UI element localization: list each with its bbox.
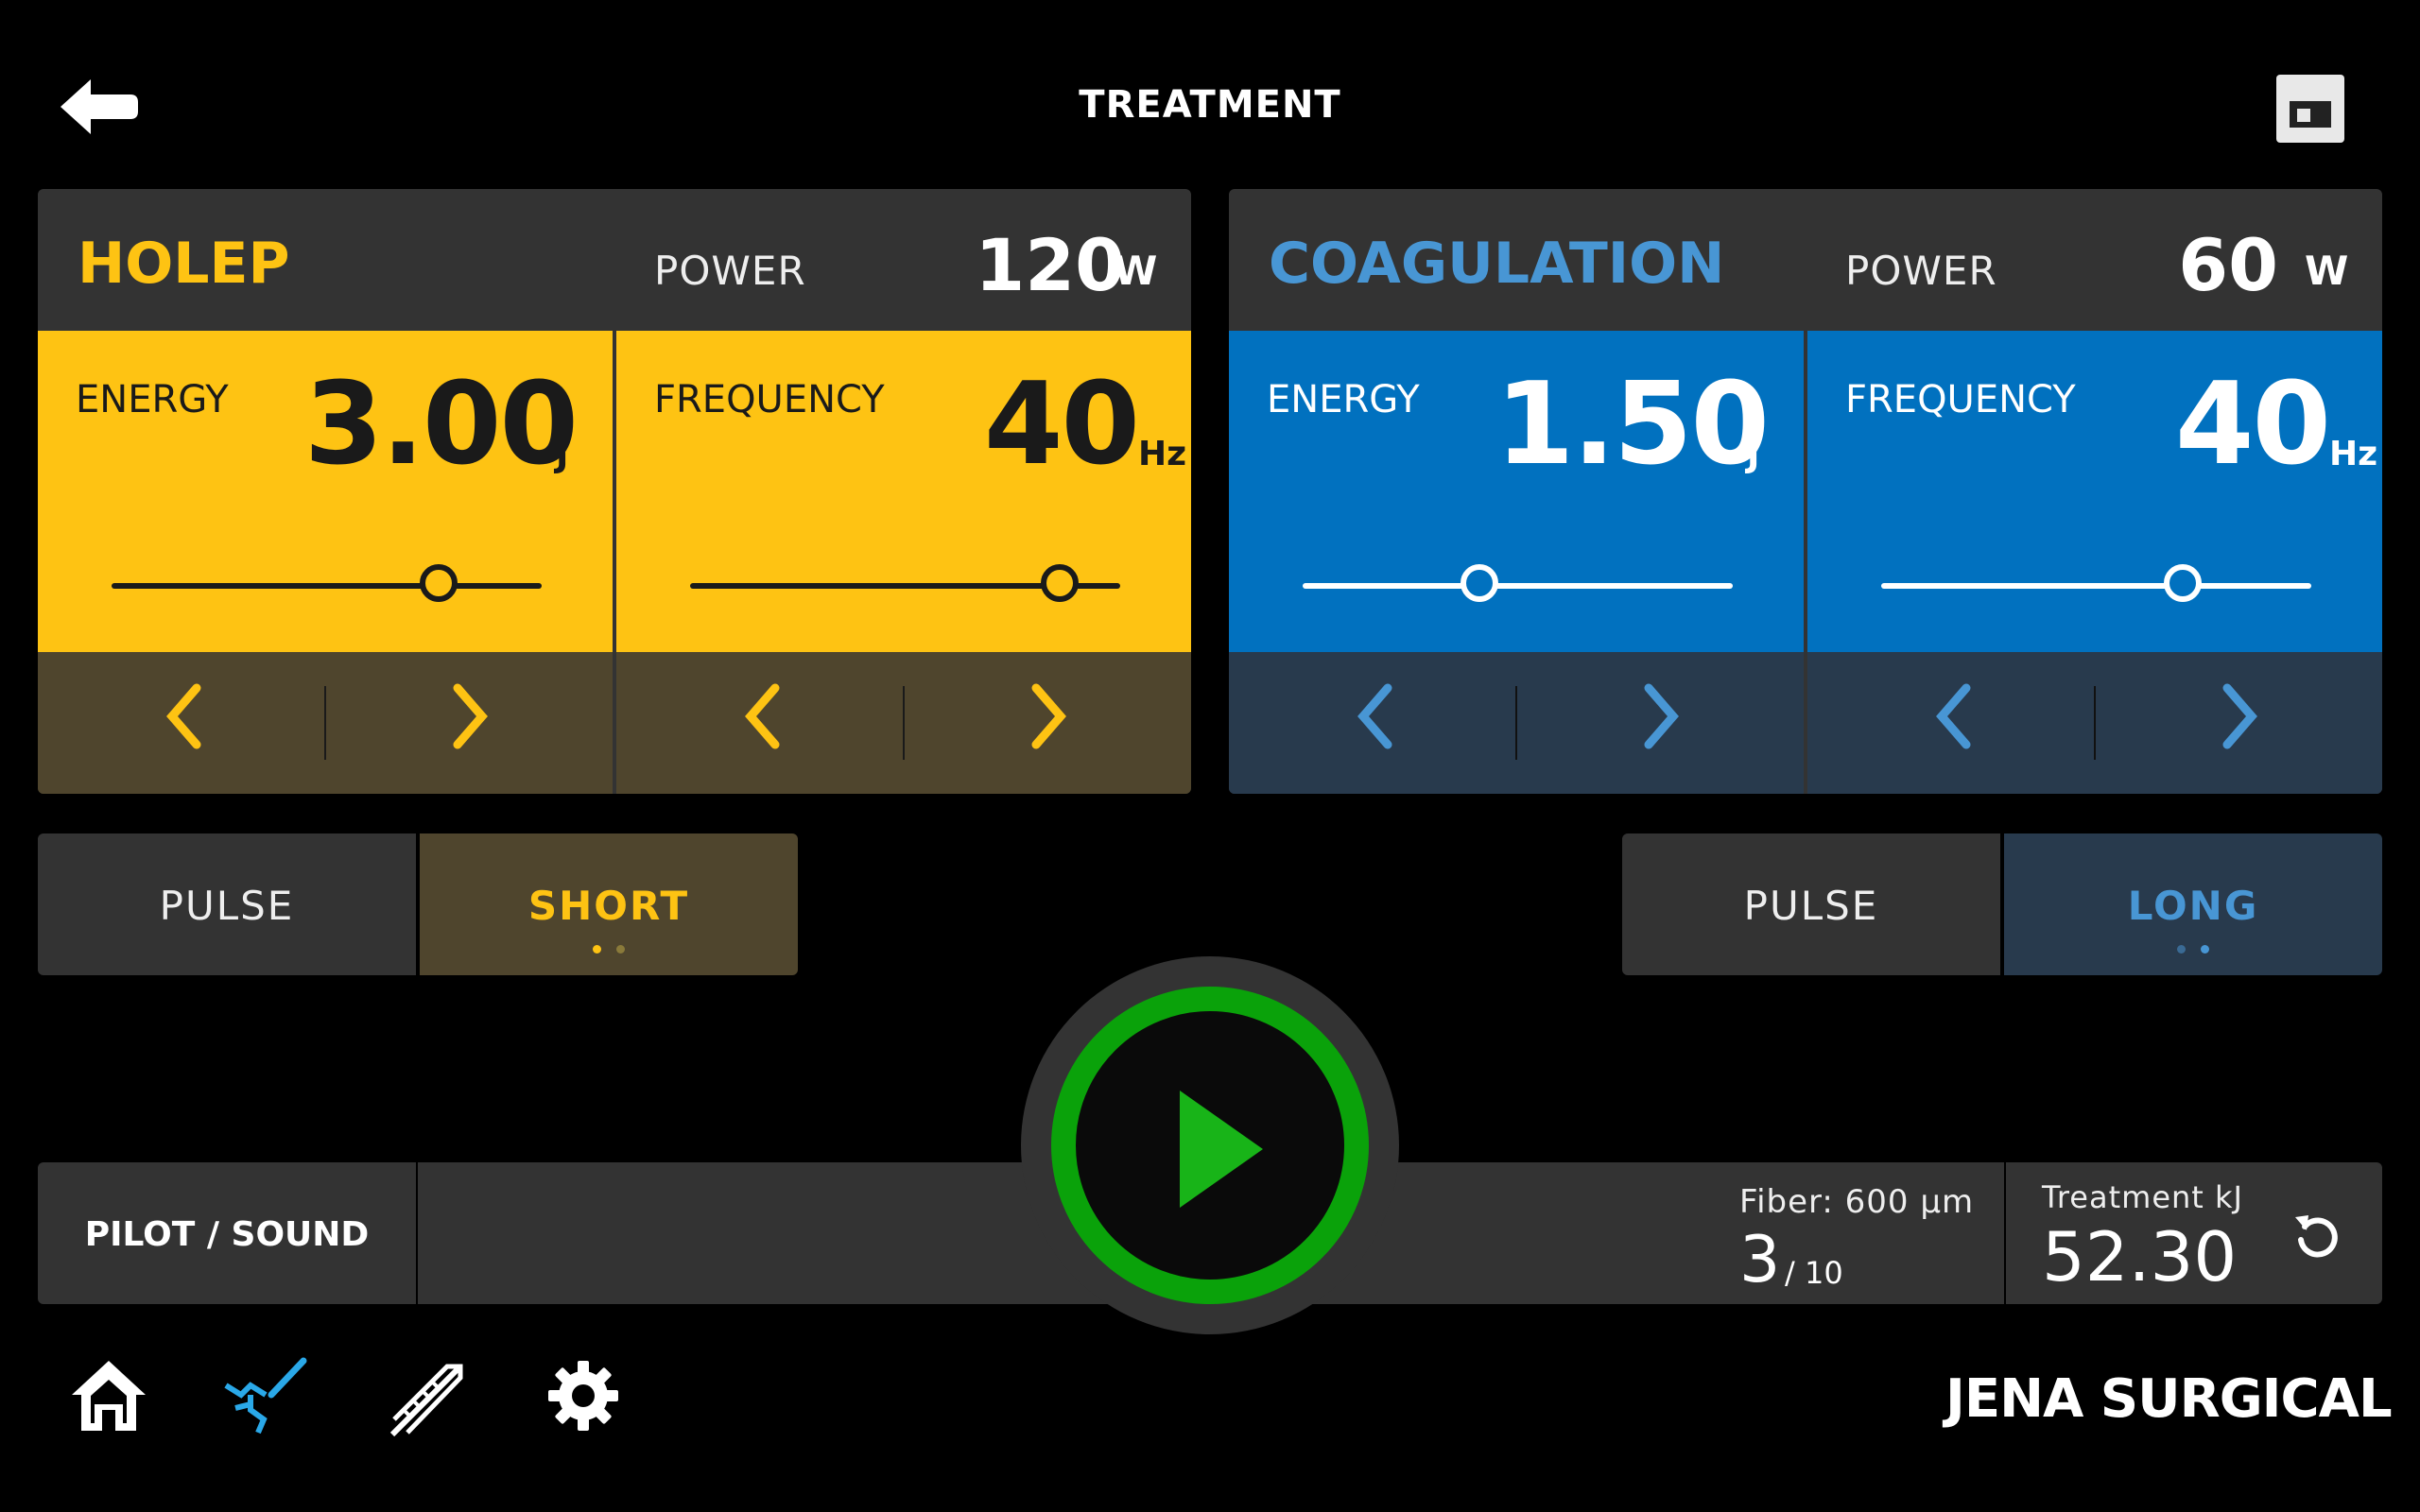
coagulation-frequency-label: FREQUENCY xyxy=(1845,378,2076,421)
coagulation-energy-slider[interactable] xyxy=(1303,583,1733,589)
coagulation-pulse-mode-dots xyxy=(2004,939,2382,957)
coagulation-frequency-decrease-button[interactable] xyxy=(1921,680,1987,765)
holep-power-unit: W xyxy=(1114,248,1158,294)
holep-pulse-mode-button[interactable]: SHORT xyxy=(420,833,798,975)
holep-power-label: POWER xyxy=(654,248,806,294)
reset-button[interactable] xyxy=(2288,1206,2344,1263)
chevron-right-icon xyxy=(2222,683,2257,749)
page-dot xyxy=(2201,945,2209,954)
coagulation-frequency-unit: Hz xyxy=(2329,435,2378,473)
coagulation-frequency-stepper xyxy=(1807,652,2382,794)
coagulation-title: COAGULATION xyxy=(1269,231,1725,297)
pilot-sound-label: PILOT / SOUND xyxy=(84,1215,370,1254)
holep-power-value: 120 xyxy=(975,223,1125,307)
coagulation-frequency-value: 40 xyxy=(2175,359,2331,490)
coagulation-panel: COAGULATION POWER 60 W ENERGY 1.50 J FRE… xyxy=(1229,189,2382,794)
holep-pulse-mode-dots xyxy=(420,939,798,957)
coagulation-energy-tile: ENERGY 1.50 J xyxy=(1229,331,1804,652)
holep-energy-label: ENERGY xyxy=(76,378,229,421)
holep-pulse-mode: SHORT xyxy=(527,883,690,929)
holep-energy-slider-knob[interactable] xyxy=(419,564,458,602)
holep-pulse-label-cell: PULSE xyxy=(38,833,416,975)
chevron-right-icon xyxy=(1644,683,1679,749)
holep-energy-value: 3.00 xyxy=(303,359,579,490)
fiber-label: Fiber: 600 µm xyxy=(1739,1183,1975,1221)
divider xyxy=(416,1162,418,1304)
coagulation-energy-stepper xyxy=(1229,652,1804,794)
chevron-right-icon xyxy=(453,683,488,749)
chevron-left-icon xyxy=(1357,683,1392,749)
coagulation-energy-unit: J xyxy=(1747,437,1760,475)
holep-energy-slider[interactable] xyxy=(112,583,542,589)
holep-frequency-stepper xyxy=(616,652,1191,794)
divider xyxy=(1515,686,1517,760)
coagulation-frequency-slider[interactable] xyxy=(1881,583,2311,589)
holep-pulse-label: PULSE xyxy=(159,883,295,929)
coagulation-pulse-label-cell: PULSE xyxy=(1622,833,2000,975)
chevron-left-icon xyxy=(166,683,201,749)
page-dot xyxy=(593,945,601,954)
home-icon xyxy=(72,1361,146,1431)
holep-frequency-increase-button[interactable] xyxy=(1015,680,1081,765)
divider xyxy=(2094,686,2096,760)
page-title: TREATMENT xyxy=(1079,83,1341,127)
settings-icon xyxy=(548,1361,618,1431)
chevron-left-icon xyxy=(745,683,780,749)
holep-title: HOLEP xyxy=(78,231,290,297)
pilot-sound-button[interactable]: PILOT / SOUND xyxy=(38,1162,416,1304)
play-icon xyxy=(1180,1091,1263,1208)
chevron-right-icon xyxy=(1031,683,1066,749)
holep-energy-stepper xyxy=(38,652,613,794)
holep-energy-decrease-button[interactable] xyxy=(151,680,217,765)
fiber-use-total: / 10 xyxy=(1785,1255,1843,1291)
holep-energy-increase-button[interactable] xyxy=(437,680,503,765)
coagulation-power-label: POWER xyxy=(1845,248,1997,294)
fiber-use-count: 3 xyxy=(1739,1223,1781,1297)
reset-icon xyxy=(2295,1215,2338,1258)
page-dot xyxy=(616,945,625,954)
save-button[interactable] xyxy=(2276,75,2344,143)
coagulation-energy-increase-button[interactable] xyxy=(1628,680,1694,765)
coagulation-energy-value: 1.50 xyxy=(1495,359,1770,490)
treatment-kj-value: 52.30 xyxy=(2042,1217,2238,1297)
holep-pulse-selector: PULSE SHORT xyxy=(38,833,798,975)
coagulation-energy-label: ENERGY xyxy=(1267,378,1420,421)
coagulation-power-unit: W xyxy=(2305,248,2349,294)
coagulation-pulse-label: PULSE xyxy=(1743,883,1879,929)
holep-frequency-value: 40 xyxy=(984,359,1140,490)
holep-frequency-slider-knob[interactable] xyxy=(1041,564,1080,602)
laser-treatment-icon xyxy=(224,1357,307,1435)
chevron-left-icon xyxy=(1936,683,1971,749)
page-dot xyxy=(2177,945,2186,954)
coagulation-frequency-increase-button[interactable] xyxy=(2206,680,2273,765)
coagulation-energy-decrease-button[interactable] xyxy=(1342,680,1409,765)
holep-frequency-decrease-button[interactable] xyxy=(730,680,796,765)
brand-logo-text: JENA SURGICAL xyxy=(1945,1368,2393,1430)
save-icon xyxy=(2290,101,2331,128)
nav-settings[interactable] xyxy=(541,1353,626,1438)
coagulation-energy-slider-knob[interactable] xyxy=(1460,564,1498,602)
divider xyxy=(903,686,905,760)
holep-frequency-unit: Hz xyxy=(1138,435,1187,473)
holep-panel: HOLEP POWER 120 W ENERGY 3.00 J FREQUENC… xyxy=(38,189,1191,794)
nav-fiber[interactable] xyxy=(383,1353,468,1438)
holep-energy-tile: ENERGY 3.00 J xyxy=(38,331,613,652)
divider xyxy=(2004,1162,2006,1304)
coagulation-power-value: 60 xyxy=(2178,223,2278,307)
holep-frequency-label: FREQUENCY xyxy=(654,378,885,421)
fiber-icon xyxy=(389,1364,463,1437)
coagulation-pulse-mode: LONG xyxy=(2127,883,2259,929)
coagulation-frequency-tile: FREQUENCY 40 Hz xyxy=(1807,331,2382,652)
divider xyxy=(324,686,326,760)
treatment-kj-label: Treatment kJ xyxy=(2042,1179,2243,1215)
holep-frequency-tile: FREQUENCY 40 Hz xyxy=(616,331,1191,652)
coagulation-pulse-selector: PULSE LONG xyxy=(1622,833,2382,975)
coagulation-pulse-mode-button[interactable]: LONG xyxy=(2004,833,2382,975)
nav-laser-treatment[interactable] xyxy=(222,1353,307,1438)
holep-energy-unit: J xyxy=(556,437,569,475)
brand-logo: JENA SURGICAL xyxy=(1945,1368,2393,1444)
coagulation-frequency-slider-knob[interactable] xyxy=(2163,564,2202,602)
nav-home[interactable] xyxy=(66,1353,151,1438)
